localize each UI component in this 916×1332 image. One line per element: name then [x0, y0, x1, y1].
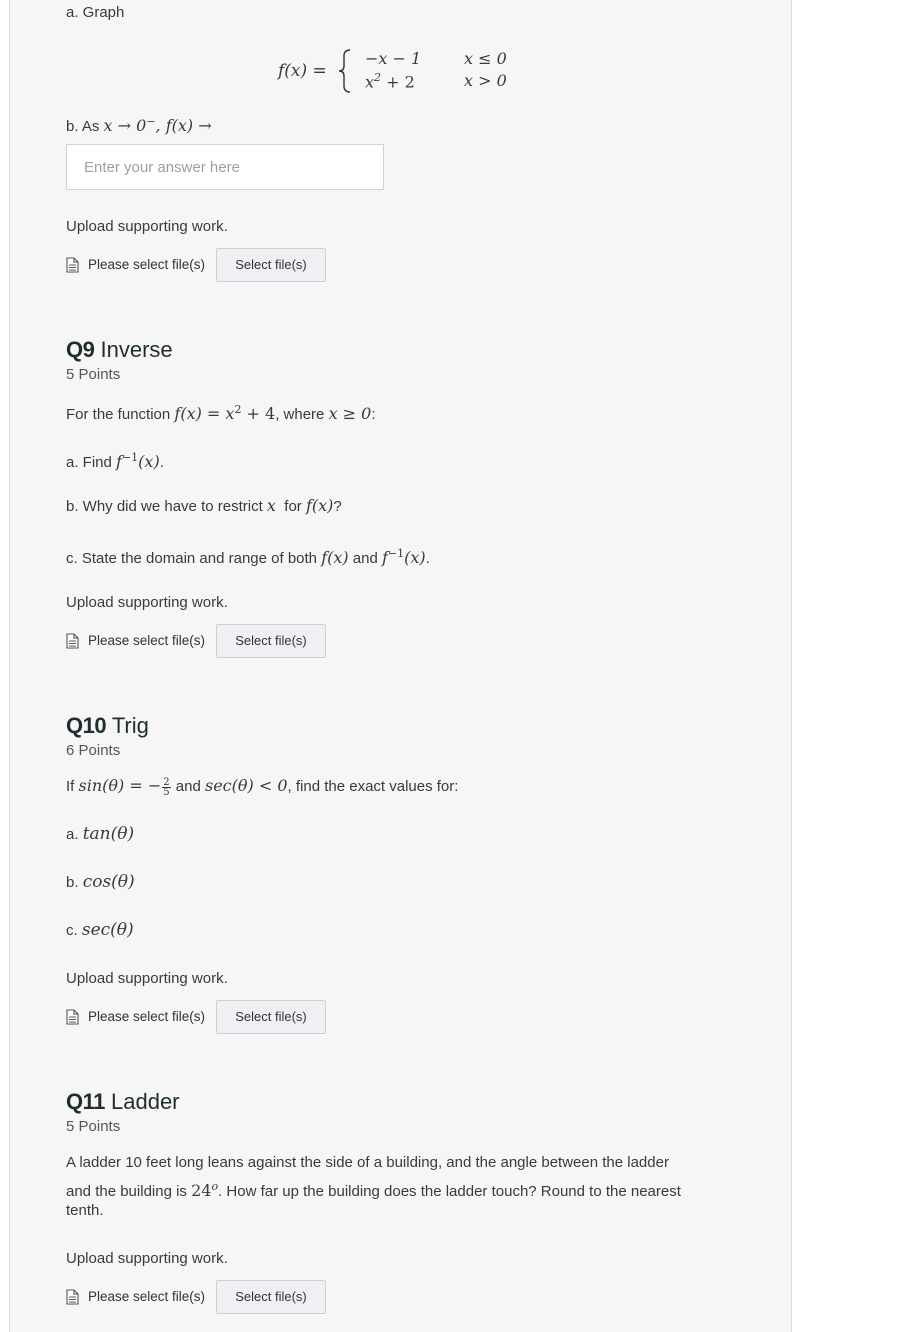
- q11-number: Q11: [66, 1089, 105, 1114]
- q10-upload-label: Upload supporting work.: [66, 970, 228, 987]
- piecewise-lhs: f(x) =: [278, 61, 327, 81]
- q8-part-a: a. Graph: [66, 4, 125, 21]
- q9-intro: For the function f(x) = x2 + 4, where x …: [66, 403, 376, 423]
- q10-file-upload: Please select file(s) Select file(s): [66, 1000, 366, 1034]
- file-status: Please select file(s): [88, 257, 206, 272]
- q11-text-line-1: A ladder 10 feet long leans against the …: [66, 1154, 669, 1171]
- q11-file-upload: Please select file(s) Select file(s): [66, 1280, 366, 1314]
- q11-points: 5 Points: [66, 1118, 121, 1135]
- q9-part-a: a. Find f−1(x).: [66, 451, 164, 471]
- q10-points: 6 Points: [66, 742, 121, 759]
- case2-expression: x2 + 2: [365, 71, 415, 92]
- q11-name: Ladder: [111, 1089, 180, 1114]
- q9-name: Inverse: [100, 337, 173, 362]
- q8-part-b: b. As x → 0−, f(x) →: [66, 115, 212, 135]
- q9-part-b: b. Why did we have to restrict x for f(x…: [66, 496, 342, 515]
- file-status: Please select file(s): [88, 633, 206, 648]
- left-brace: [338, 49, 351, 93]
- q11-title: Q11 Ladder: [66, 1088, 180, 1116]
- q9-number: Q9: [66, 337, 95, 362]
- q9-title: Q9 Inverse: [66, 336, 173, 364]
- select-files-button[interactable]: Select file(s): [216, 624, 326, 658]
- q9-part-c: c. State the domain and range of both f(…: [66, 547, 430, 567]
- q10-part-c: c. sec(θ): [66, 920, 134, 940]
- question-panel: [9, 0, 792, 1332]
- select-files-button[interactable]: Select file(s): [216, 248, 326, 282]
- q11-upload-label: Upload supporting work.: [66, 1250, 228, 1267]
- q10-part-a: a. tan(θ): [66, 824, 135, 844]
- q8-upload-label: Upload supporting work.: [66, 218, 228, 235]
- case1-expression: −x − 1: [365, 49, 422, 68]
- case1-condition: x ≤ 0: [464, 49, 507, 68]
- file-status: Please select file(s): [88, 1009, 206, 1024]
- document-icon: [66, 633, 79, 649]
- q10-intro: If sin(θ) = −2 5 and sec(θ) < 0, find the…: [66, 776, 459, 798]
- q10-part-b: b. cos(θ): [66, 872, 135, 892]
- piecewise-function: f(x) = −x − 1 x ≤ 0 x2 + 2 x > 0: [278, 46, 518, 96]
- q9-upload-label: Upload supporting work.: [66, 594, 228, 611]
- q11-text-line-3: tenth.: [66, 1202, 104, 1219]
- q11-text-line-2: and the building is 24o. How far up the …: [66, 1180, 681, 1200]
- answer-input[interactable]: [66, 144, 384, 190]
- q10-title: Q10 Trig: [66, 712, 149, 740]
- q9-points: 5 Points: [66, 366, 121, 383]
- case2-condition: x > 0: [464, 71, 507, 90]
- q9-file-upload: Please select file(s) Select file(s): [66, 624, 366, 658]
- document-icon: [66, 1009, 79, 1025]
- select-files-button[interactable]: Select file(s): [216, 1000, 326, 1034]
- document-icon: [66, 257, 79, 273]
- file-status: Please select file(s): [88, 1289, 206, 1304]
- select-files-button[interactable]: Select file(s): [216, 1280, 326, 1314]
- q10-name: Trig: [111, 713, 149, 738]
- document-icon: [66, 1289, 79, 1305]
- q10-number: Q10: [66, 713, 107, 738]
- q8-file-upload: Please select file(s) Select file(s): [66, 248, 366, 282]
